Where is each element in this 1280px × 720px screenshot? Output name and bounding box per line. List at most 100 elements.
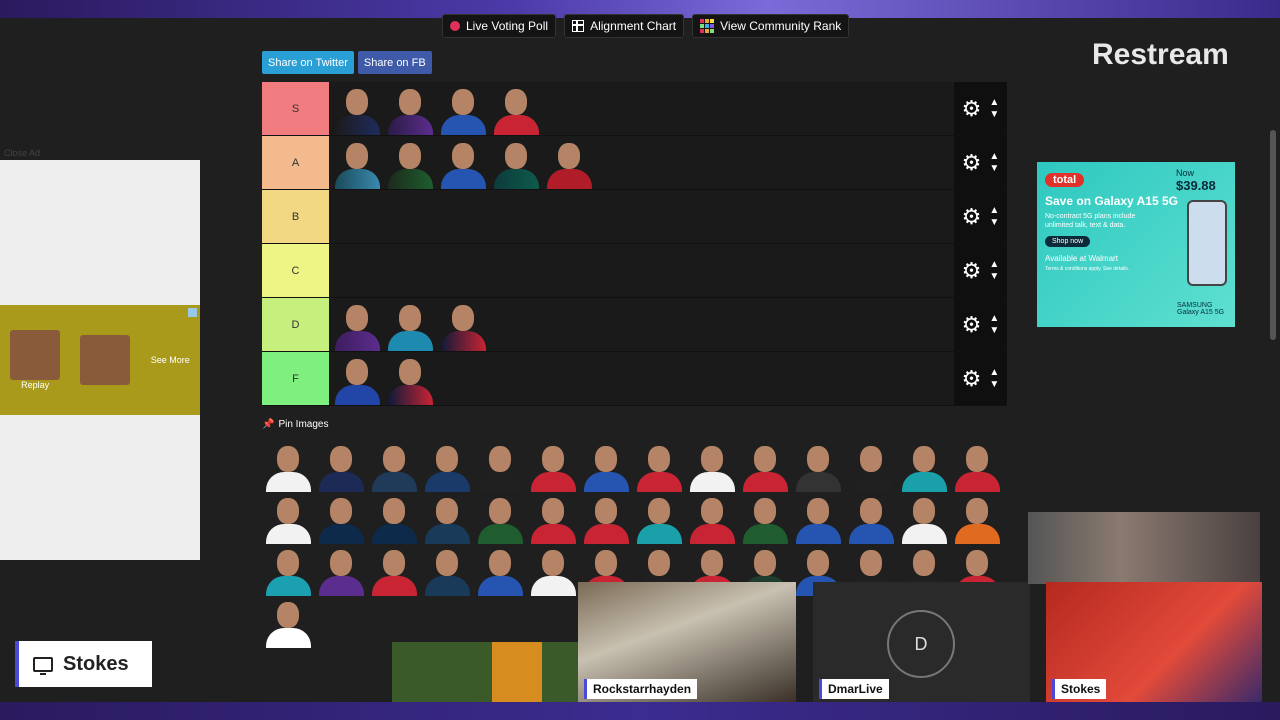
player-card[interactable] (474, 544, 527, 596)
live-voting-poll-button[interactable]: Live Voting Poll (442, 14, 557, 38)
chevron-down-icon[interactable]: ▼ (989, 217, 999, 229)
chevron-up-icon[interactable]: ▲ (989, 97, 999, 109)
page-scrollbar[interactable] (1270, 130, 1276, 340)
tier-label[interactable]: B (262, 190, 329, 243)
player-card[interactable] (368, 492, 421, 544)
tier-label[interactable]: S (262, 82, 329, 135)
player-jersey (388, 385, 433, 405)
replay-control[interactable]: Replay (10, 330, 61, 390)
player-card[interactable] (421, 544, 474, 596)
player-card[interactable] (474, 492, 527, 544)
player-card[interactable] (331, 299, 384, 351)
player-jersey (425, 472, 470, 492)
player-card[interactable] (437, 137, 490, 189)
chevron-up-icon[interactable]: ▲ (989, 151, 999, 163)
gear-icon[interactable]: ⚙ (962, 313, 982, 336)
player-head (754, 498, 776, 524)
player-card[interactable] (580, 440, 633, 492)
alignment-chart-button[interactable]: Alignment Chart (564, 14, 685, 38)
player-card[interactable] (384, 137, 437, 189)
share-facebook-button[interactable]: Share on FB (357, 51, 432, 74)
player-card[interactable] (951, 440, 1004, 492)
chevron-up-icon[interactable]: ▲ (989, 313, 999, 325)
chevron-down-icon[interactable]: ▼ (989, 379, 999, 391)
player-card[interactable] (792, 440, 845, 492)
player-card[interactable] (490, 83, 543, 135)
player-card[interactable] (315, 440, 368, 492)
player-card[interactable] (262, 596, 315, 648)
gear-icon[interactable]: ⚙ (962, 97, 982, 120)
player-card[interactable] (845, 492, 898, 544)
player-card[interactable] (951, 492, 1004, 544)
player-card[interactable] (633, 440, 686, 492)
player-jersey (478, 576, 523, 596)
participant-avatar: D (887, 610, 955, 678)
player-jersey (637, 524, 682, 544)
tier-label[interactable]: C (262, 244, 329, 297)
player-jersey (372, 524, 417, 544)
player-card[interactable] (262, 544, 315, 596)
tier-label[interactable]: F (262, 352, 329, 405)
player-jersey (335, 169, 380, 189)
total-wireless-ad[interactable]: total Now $39.88 Save on Galaxy A15 5G N… (1037, 162, 1235, 327)
player-card[interactable] (315, 544, 368, 596)
player-card[interactable] (331, 137, 384, 189)
chevron-down-icon[interactable]: ▼ (989, 109, 999, 121)
player-card[interactable] (580, 492, 633, 544)
chevron-up-icon[interactable]: ▲ (989, 367, 999, 379)
player-card[interactable] (384, 299, 437, 351)
ad-choices-icon[interactable] (188, 308, 197, 317)
player-card[interactable] (633, 492, 686, 544)
player-card[interactable] (315, 492, 368, 544)
tier-label[interactable]: D (262, 298, 329, 351)
chevron-down-icon[interactable]: ▼ (989, 325, 999, 337)
player-card[interactable] (527, 544, 580, 596)
player-card[interactable] (686, 492, 739, 544)
gear-icon[interactable]: ⚙ (962, 151, 982, 174)
chevron-up-icon[interactable]: ▲ (989, 205, 999, 217)
player-card[interactable] (474, 440, 527, 492)
chevron-down-icon[interactable]: ▼ (989, 163, 999, 175)
shop-now-button[interactable]: Shop now (1045, 236, 1091, 247)
player-card[interactable] (437, 83, 490, 135)
share-twitter-button[interactable]: Share on Twitter (262, 51, 354, 74)
gardening-ad (392, 642, 578, 702)
move-tier-arrows: ▲ ▼ (989, 367, 999, 391)
player-card[interactable] (686, 440, 739, 492)
player-card[interactable] (792, 492, 845, 544)
player-card[interactable] (527, 492, 580, 544)
player-card[interactable] (490, 137, 543, 189)
player-card[interactable] (739, 492, 792, 544)
view-community-rank-button[interactable]: View Community Rank (692, 14, 850, 38)
player-card[interactable] (262, 440, 315, 492)
gear-icon[interactable]: ⚙ (962, 205, 982, 228)
player-head (860, 498, 882, 524)
player-card[interactable] (368, 440, 421, 492)
tier-label[interactable]: A (262, 136, 329, 189)
see-more-control[interactable]: See More (151, 355, 190, 365)
player-card[interactable] (331, 83, 384, 135)
cereal-ad[interactable]: Replay See More (0, 305, 200, 415)
player-card[interactable] (527, 440, 580, 492)
player-card[interactable] (898, 440, 951, 492)
chevron-up-icon[interactable]: ▲ (989, 259, 999, 271)
player-head (542, 498, 564, 524)
player-card[interactable] (898, 492, 951, 544)
player-card[interactable] (331, 353, 384, 405)
player-card[interactable] (437, 299, 490, 351)
close-ad-link[interactable]: Close Ad (4, 148, 40, 158)
player-card[interactable] (368, 544, 421, 596)
player-card[interactable] (421, 492, 474, 544)
chevron-down-icon[interactable]: ▼ (989, 271, 999, 283)
player-card[interactable] (384, 353, 437, 405)
player-card[interactable] (421, 440, 474, 492)
player-card[interactable] (739, 440, 792, 492)
player-card[interactable] (543, 137, 596, 189)
gear-icon[interactable]: ⚙ (962, 259, 982, 282)
player-card[interactable] (384, 83, 437, 135)
gear-icon[interactable]: ⚙ (962, 367, 982, 390)
pin-images-toggle[interactable]: 📌 Pin Images (262, 419, 328, 430)
player-jersey (388, 169, 433, 189)
player-card[interactable] (262, 492, 315, 544)
player-card[interactable] (845, 440, 898, 492)
